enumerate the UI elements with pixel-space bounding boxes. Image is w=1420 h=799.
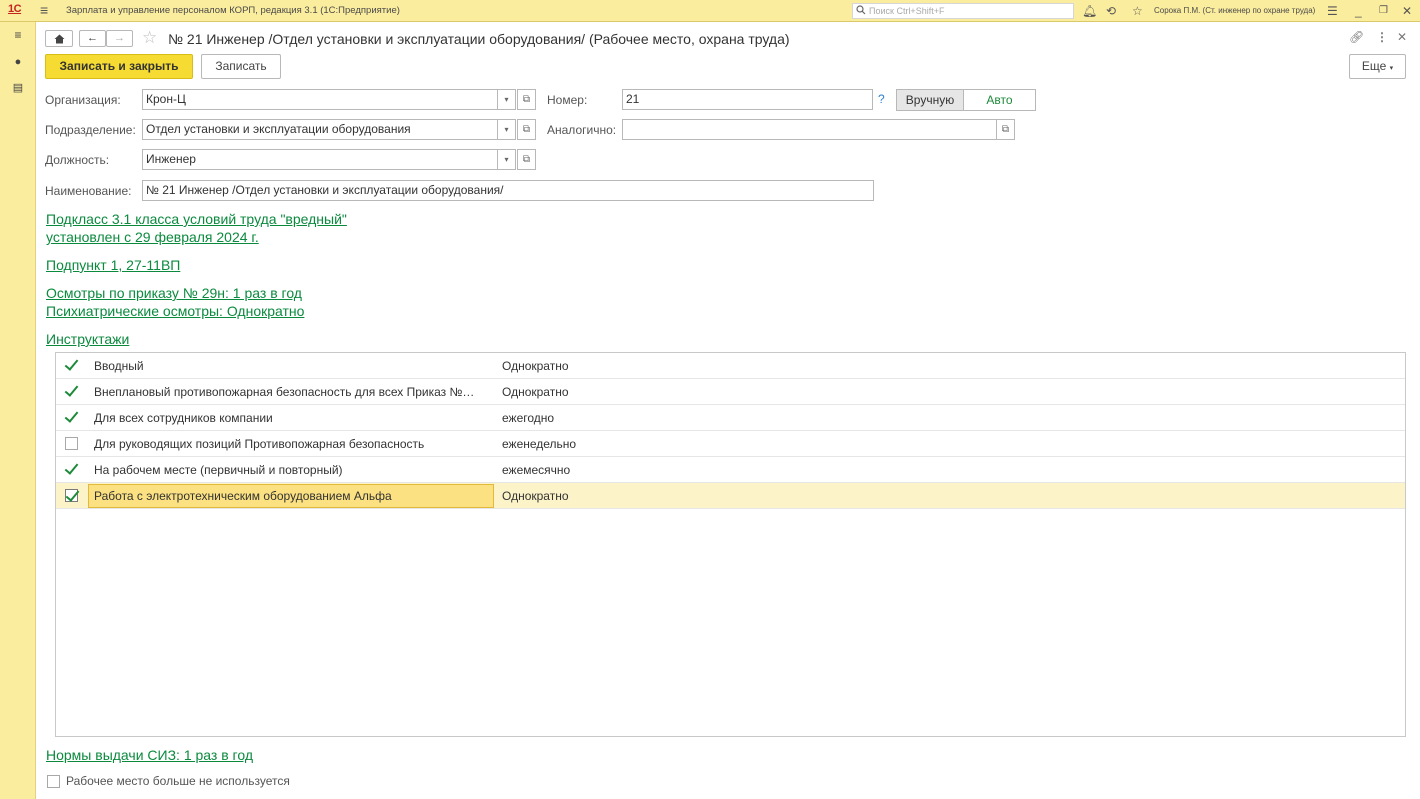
- current-user[interactable]: Сорока П.М. (Ст. инженер по охране труда…: [1154, 6, 1315, 15]
- close-form-icon[interactable]: ✕: [1397, 30, 1407, 44]
- briefing-name: На рабочем месте (первичный и повторный): [94, 463, 343, 477]
- briefing-frequency: еженедельно: [502, 437, 577, 451]
- department-label: Подразделение:: [45, 123, 136, 137]
- number-label: Номер:: [547, 93, 588, 107]
- link-icon[interactable]: 🔗︎: [1349, 30, 1364, 44]
- table-row[interactable]: Для руководящих позиций Противопожарная …: [56, 431, 1405, 457]
- briefing-frequency: ежемесячно: [502, 463, 571, 477]
- close-window-icon[interactable]: ✕: [1402, 3, 1412, 19]
- notifications-bell-icon[interactable]: 🔔︎: [1082, 3, 1097, 19]
- table-row[interactable]: Вводный Однократно: [56, 353, 1405, 379]
- psychiatric-exams-link[interactable]: Психиатрические осмотры: Однократно: [46, 303, 304, 319]
- number-auto-button[interactable]: Авто: [963, 89, 1036, 111]
- save-button[interactable]: Записать: [201, 54, 281, 79]
- chevron-down-icon: ▾: [504, 155, 509, 164]
- back-button[interactable]: ←: [79, 30, 106, 47]
- sections-menu-icon[interactable]: ≡: [11, 28, 25, 42]
- chevron-down-icon: ▾: [1389, 65, 1394, 72]
- subclause-link[interactable]: Подпункт 1, 27-11ВП: [46, 257, 180, 273]
- table-row[interactable]: На рабочем месте (первичный и повторный)…: [56, 457, 1405, 483]
- restore-icon[interactable]: ❐: [1379, 3, 1388, 19]
- working-conditions-class-link[interactable]: Подкласс 3.1 класса условий труда "вредн…: [46, 211, 347, 227]
- minimize-icon[interactable]: _: [1355, 3, 1362, 19]
- briefing-name: Вводный: [94, 359, 144, 373]
- briefing-name: Для всех сотрудников компании: [94, 411, 273, 425]
- open-icon: ⧉: [522, 124, 531, 135]
- briefing-frequency: Однократно: [502, 359, 569, 373]
- search-icon: [856, 5, 866, 15]
- arrow-left-icon: ←: [87, 32, 98, 44]
- app-logo[interactable]: 1С: [8, 3, 22, 15]
- row-checkbox[interactable]: [65, 411, 78, 424]
- more-button[interactable]: Еще ▾: [1349, 54, 1406, 79]
- more-actions-icon[interactable]: ⋮: [1376, 30, 1388, 44]
- briefings-table[interactable]: Вводный Однократно Внеплановый противопо…: [55, 352, 1406, 737]
- row-checkbox[interactable]: [65, 385, 78, 398]
- table-row-selected[interactable]: Работа с электротехническим оборудование…: [56, 483, 1405, 509]
- briefing-frequency: ежегодно: [502, 411, 555, 425]
- briefing-name: Для руководящих позиций Противопожарная …: [94, 437, 425, 451]
- chevron-down-icon: ▾: [504, 125, 509, 134]
- sections-panel: ≡ ● ▤: [0, 22, 36, 799]
- working-conditions-date-link[interactable]: установлен с 29 февраля 2024 г.: [46, 229, 259, 245]
- title-bar: 1С ≡ Зарплата и управление персоналом КО…: [0, 0, 1420, 22]
- staff-section-icon[interactable]: ●: [11, 55, 25, 69]
- number-field[interactable]: 21: [622, 89, 873, 110]
- briefing-frequency: Однократно: [502, 385, 569, 399]
- favorite-star-icon[interactable]: ☆: [142, 28, 157, 48]
- app-title: Зарплата и управление персоналом КОРП, р…: [66, 5, 400, 16]
- department-dropdown-button[interactable]: ▾: [497, 119, 516, 140]
- position-label: Должность:: [45, 153, 110, 167]
- favorites-star-icon[interactable]: ☆: [1132, 3, 1143, 19]
- form-title: № 21 Инженер /Отдел установки и эксплуат…: [168, 31, 790, 47]
- briefings-link[interactable]: Инструктажи: [46, 331, 129, 347]
- position-dropdown-button[interactable]: ▾: [497, 149, 516, 170]
- forward-button[interactable]: →: [106, 30, 133, 47]
- position-open-button[interactable]: ⧉: [517, 149, 536, 170]
- similar-open-button[interactable]: ⧉: [996, 119, 1015, 140]
- row-checkbox[interactable]: [65, 489, 78, 502]
- department-field[interactable]: Отдел установки и эксплуатации оборудова…: [142, 119, 498, 140]
- documents-section-icon[interactable]: ▤: [11, 81, 25, 95]
- open-icon: ⧉: [522, 94, 531, 105]
- name-field[interactable]: № 21 Инженер /Отдел установки и эксплуат…: [142, 180, 874, 201]
- number-help-icon[interactable]: ?: [878, 92, 885, 106]
- not-used-checkbox[interactable]: [47, 775, 60, 788]
- department-open-button[interactable]: ⧉: [517, 119, 536, 140]
- history-icon[interactable]: ⟲: [1106, 3, 1116, 19]
- organization-open-button[interactable]: ⧉: [517, 89, 536, 110]
- briefing-name[interactable]: Работа с электротехническим оборудование…: [88, 484, 494, 508]
- similar-field[interactable]: [622, 119, 997, 140]
- table-row[interactable]: Для всех сотрудников компании ежегодно: [56, 405, 1405, 431]
- settings-menu-icon[interactable]: ☰: [1327, 3, 1338, 19]
- row-checkbox[interactable]: [65, 437, 78, 450]
- table-row[interactable]: Внеплановый противопожарная безопасность…: [56, 379, 1405, 405]
- organization-field[interactable]: Крон-Ц: [142, 89, 498, 110]
- position-field[interactable]: Инженер: [142, 149, 498, 170]
- global-search-input[interactable]: Поиск Ctrl+Shift+F: [852, 3, 1074, 19]
- name-label: Наименование:: [45, 184, 132, 198]
- organization-label: Организация:: [45, 93, 121, 107]
- briefing-name: Внеплановый противопожарная безопасность…: [94, 385, 475, 399]
- number-manual-button[interactable]: Вручную: [896, 89, 964, 111]
- row-checkbox[interactable]: [65, 359, 78, 372]
- save-and-close-button[interactable]: Записать и закрыть: [45, 54, 193, 79]
- ppe-norms-link[interactable]: Нормы выдачи СИЗ: 1 раз в год: [46, 747, 253, 763]
- chevron-down-icon: ▾: [504, 95, 509, 104]
- open-icon: ⧉: [1001, 124, 1010, 135]
- not-used-label[interactable]: Рабочее место больше не используется: [66, 774, 290, 788]
- medical-exams-link[interactable]: Осмотры по приказу № 29н: 1 раз в год: [46, 285, 302, 301]
- briefing-frequency: Однократно: [502, 489, 569, 503]
- open-icon: ⧉: [522, 154, 531, 165]
- home-button[interactable]: [45, 30, 73, 47]
- similar-label: Аналогично:: [547, 123, 617, 137]
- row-checkbox[interactable]: [65, 463, 78, 476]
- main-menu-icon[interactable]: ≡: [40, 2, 48, 18]
- home-icon: [54, 34, 64, 44]
- arrow-right-icon: →: [114, 32, 125, 44]
- organization-dropdown-button[interactable]: ▾: [497, 89, 516, 110]
